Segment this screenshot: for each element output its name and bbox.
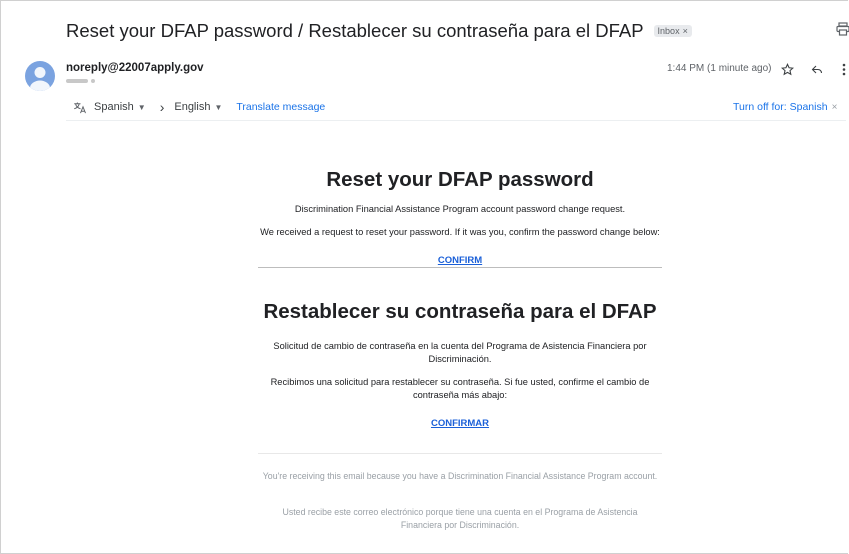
source-language-label: Spanish [94, 101, 134, 113]
inbox-label-text: Inbox [657, 26, 680, 36]
footer-english: You're receiving this email because you … [262, 471, 658, 481]
close-translate-bar-button[interactable]: × [832, 102, 838, 113]
source-language-select[interactable]: Spanish ▼ [94, 101, 146, 113]
arrow-right-icon: › [159, 99, 165, 115]
confirm-link[interactable]: CONFIRM [438, 255, 482, 266]
english-instructions: We received a request to reset your pass… [260, 227, 660, 237]
confirmar-link[interactable]: CONFIRMAR [431, 418, 489, 429]
target-language-label: English [174, 101, 211, 113]
english-heading: Reset your DFAP password [326, 168, 594, 191]
print-icon[interactable] [836, 22, 849, 36]
avatar-person-icon [30, 67, 50, 91]
translate-icon [74, 102, 86, 113]
target-language-select[interactable]: English ▼ [174, 101, 222, 113]
reply-icon[interactable] [811, 64, 823, 75]
chevron-down-icon: ▼ [214, 102, 223, 112]
header-divider [66, 120, 846, 121]
turn-off-translate: Turn off for: Spanish × [733, 101, 837, 113]
chevron-down-icon: ▼ [137, 102, 146, 112]
star-icon[interactable] [781, 63, 794, 76]
section-divider [258, 267, 662, 268]
more-vert-icon[interactable] [842, 63, 846, 76]
turn-off-translate-link[interactable]: Turn off for: Spanish [733, 101, 828, 113]
remove-label-button[interactable]: × [683, 26, 688, 36]
footer-spanish: Usted recibe este correo electrónico por… [282, 507, 638, 530]
recipient-redacted [66, 79, 95, 83]
email-timestamp: 1:44 PM (1 minute ago) [667, 63, 772, 74]
spanish-intro: Solicitud de cambio de contraseña en la … [273, 341, 647, 364]
spanish-instructions: Recibimos una solicitud para restablecer… [270, 377, 650, 400]
footer-divider [258, 453, 662, 454]
subject-text: Reset your DFAP password / Restablecer s… [66, 20, 644, 41]
english-intro: Discrimination Financial Assistance Prog… [294, 204, 626, 214]
translate-bar: Spanish ▼ › English ▼ Translate message [73, 98, 325, 116]
sender-avatar[interactable] [25, 61, 55, 91]
spanish-heading: Restablecer su contraseña para el DFAP [263, 300, 657, 323]
email-subject: Reset your DFAP password / Restablecer s… [66, 20, 692, 42]
sender-address[interactable]: noreply@22007apply.gov [66, 62, 204, 74]
translate-message-link[interactable]: Translate message [236, 101, 325, 113]
inbox-label-chip[interactable]: Inbox × [653, 25, 692, 37]
